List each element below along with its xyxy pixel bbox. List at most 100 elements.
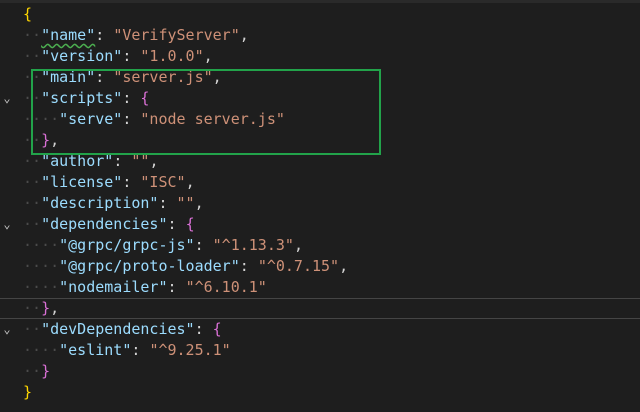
code-text: ··}: [23, 361, 50, 382]
code-token: "serve": [59, 110, 123, 128]
code-line[interactable]: ··"description": "",: [0, 193, 640, 214]
code-token: "^6.10.1": [185, 278, 267, 296]
code-text: ····"@grpc/proto-loader": "^0.7.15",: [23, 256, 348, 277]
code-token: "description": [41, 194, 159, 212]
code-line[interactable]: ⌄ ··"dependencies": {: [0, 214, 640, 235]
code-token: ····: [23, 278, 60, 296]
code-token: "@grpc/proto-loader": [59, 257, 240, 275]
code-line[interactable]: ··"main": "server.js",: [0, 67, 640, 88]
code-text: ··"dependencies": {: [23, 214, 195, 235]
code-token: ····: [23, 236, 60, 254]
code-text: ··"main": "server.js",: [23, 67, 222, 88]
code-line[interactable]: ··"name": "VerifyServer",: [0, 25, 640, 46]
code-token: "license": [41, 173, 123, 191]
code-token: :: [122, 47, 141, 65]
code-token: {: [23, 5, 33, 23]
code-text: }: [23, 382, 32, 403]
fold-chevron-icon[interactable]: ⌄: [0, 88, 14, 109]
code-token: :: [158, 194, 177, 212]
code-token: {: [212, 320, 222, 338]
fold-chevron-icon[interactable]: ⌄: [0, 214, 14, 235]
code-token: "^0.7.15": [257, 257, 340, 275]
code-text: ··"scripts": {: [23, 88, 149, 109]
code-token: ,: [203, 47, 213, 65]
code-line[interactable]: }: [0, 382, 640, 403]
code-text: ··"devDependencies": {: [23, 319, 222, 340]
code-token: ,: [50, 131, 60, 149]
code-token: ··: [23, 194, 42, 212]
code-token: {: [185, 215, 195, 233]
code-token: "1.0.0": [140, 47, 204, 65]
code-line[interactable]: {: [0, 4, 640, 25]
code-editor[interactable]: {··"name": "VerifyServer", ··"version": "…: [0, 0, 640, 412]
code-token: "ISC": [140, 173, 186, 191]
code-token: }: [23, 383, 33, 401]
code-text: ····"eslint": "^9.25.1": [23, 340, 231, 361]
code-token: "nodemailer": [59, 278, 168, 296]
code-token: ,: [185, 173, 195, 191]
code-text: ····"nodemailer": "^6.10.1": [23, 277, 267, 298]
code-line[interactable]: ⌄ ··"scripts": {: [0, 88, 640, 109]
code-text: ··"version": "1.0.0",: [23, 46, 213, 67]
code-token: :: [122, 173, 141, 191]
code-text: ··"description": "",: [23, 193, 204, 214]
code-token: ,: [194, 194, 204, 212]
code-line[interactable]: ····"nodemailer": "^6.10.1": [0, 277, 640, 298]
code-token: ····: [23, 110, 60, 128]
code-text: ··"license": "ISC",: [23, 172, 195, 193]
code-token: ····: [23, 257, 60, 275]
code-token: :: [131, 341, 150, 359]
code-token: ,: [149, 152, 159, 170]
code-text: ··"author": "",: [23, 151, 158, 172]
code-token: "": [176, 194, 195, 212]
code-token: "name": [41, 26, 96, 44]
code-line[interactable]: ····"serve": "node server.js": [0, 109, 640, 130]
code-token: "version": [41, 47, 123, 65]
code-token: "author": [41, 152, 114, 170]
code-token: ,: [239, 26, 249, 44]
code-token: "dependencies": [41, 215, 168, 233]
code-text: ··"name": "VerifyServer",: [23, 25, 249, 46]
fold-chevron-icon[interactable]: ⌄: [0, 319, 14, 340]
code-line[interactable]: ··"version": "1.0.0",: [0, 46, 640, 67]
code-token: :: [122, 110, 141, 128]
code-token: ,: [50, 299, 60, 317]
code-token: ··: [23, 131, 42, 149]
code-line[interactable]: ····"eslint": "^9.25.1": [0, 340, 640, 361]
code-line[interactable]: ⌄ ··"devDependencies": {: [0, 319, 640, 340]
code-line[interactable]: ··},: [0, 298, 640, 319]
code-token: :: [113, 152, 132, 170]
code-token: "server.js": [113, 68, 213, 86]
code-line[interactable]: ··}: [0, 361, 640, 382]
code-text: ····"@grpc/grpc-js": "^1.13.3",: [23, 235, 303, 256]
code-token: ··: [23, 320, 42, 338]
code-token: }: [41, 362, 51, 380]
code-line[interactable]: ··},: [0, 130, 640, 151]
code-text: {: [23, 4, 32, 25]
code-token: "VerifyServer": [113, 26, 240, 44]
code-token: "^9.25.1": [149, 341, 231, 359]
code-token: "@grpc/grpc-js": [59, 236, 195, 254]
code-line[interactable]: ····"@grpc/grpc-js": "^1.13.3",: [0, 235, 640, 256]
code-token: :: [122, 89, 141, 107]
code-token: ··: [23, 152, 42, 170]
code-token: {: [140, 89, 150, 107]
code-token: ··: [23, 362, 42, 380]
code-token: ,: [339, 257, 349, 275]
code-token: :: [194, 236, 213, 254]
code-token: "": [131, 152, 150, 170]
code-token: ··: [23, 68, 42, 86]
code-token: "eslint": [59, 341, 132, 359]
code-token: }: [41, 299, 51, 317]
code-token: :: [95, 68, 114, 86]
code-token: ··: [23, 47, 42, 65]
code-text: ····"serve": "node server.js": [23, 109, 285, 130]
code-line[interactable]: ····"@grpc/proto-loader": "^0.7.15",: [0, 256, 640, 277]
code-line[interactable]: ··"author": "",: [0, 151, 640, 172]
code-line[interactable]: ··"license": "ISC",: [0, 172, 640, 193]
code-token: ··: [23, 299, 42, 317]
code-token: ··: [23, 173, 42, 191]
code-token: "node server.js": [140, 110, 285, 128]
code-token: }: [41, 131, 51, 149]
code-token: ··: [23, 89, 42, 107]
